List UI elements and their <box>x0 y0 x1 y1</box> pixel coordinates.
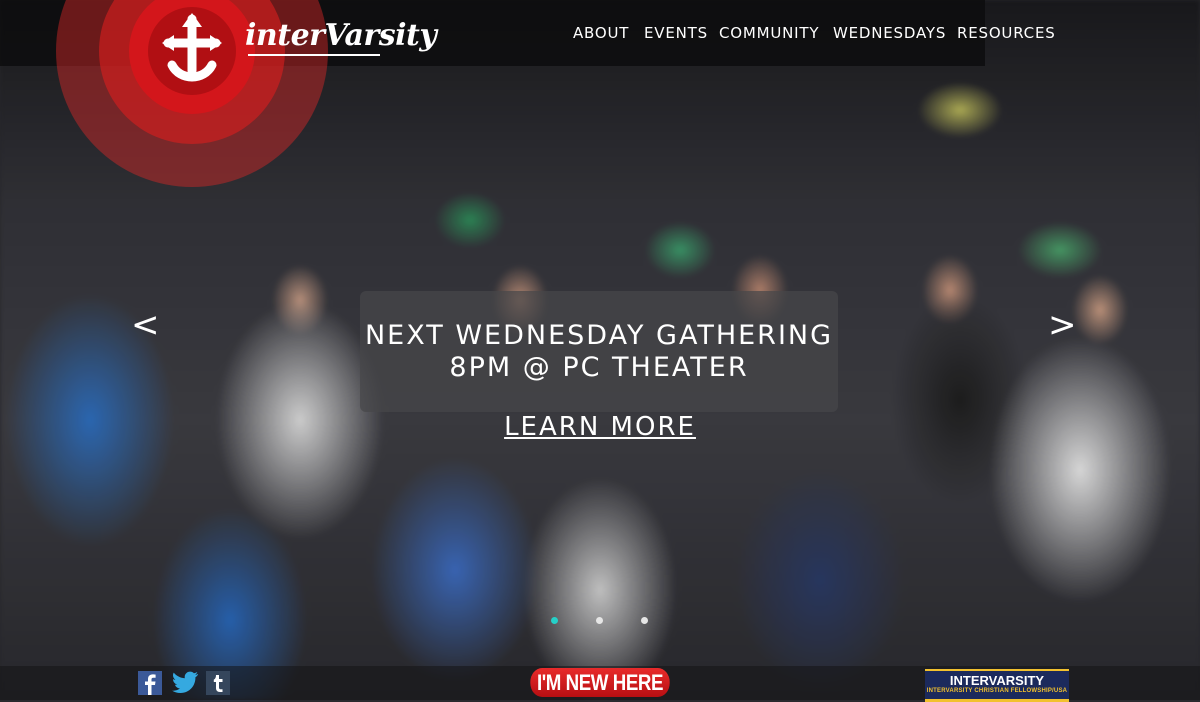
im-new-here-button[interactable]: I'M NEW HERE <box>530 668 670 697</box>
twitter-bird-glyph <box>172 671 198 693</box>
brand-wordmark: interVarsity <box>245 18 437 53</box>
slide-headline: NEXT WEDNESDAY GATHERING <box>364 320 834 351</box>
badge-subtitle: INTERVARSITY CHRISTIAN FELLOWSHIP/USA <box>926 688 1068 694</box>
wordmark-underline <box>248 54 380 56</box>
nav-item-events[interactable]: EVENTS <box>644 24 708 42</box>
tumblr-glyph <box>213 675 223 692</box>
nav-item-community[interactable]: COMMUNITY <box>719 24 819 42</box>
facebook-glyph <box>145 674 156 695</box>
nav-item-about[interactable]: ABOUT <box>573 24 629 42</box>
nav-item-resources[interactable]: RESOURCES <box>957 24 1056 42</box>
slide-caption-box: NEXT WEDNESDAY GATHERING 8PM @ PC THEATE… <box>360 291 838 412</box>
slider-dot-3[interactable] <box>641 617 648 624</box>
intervarsity-usa-badge[interactable]: INTERVARSITY INTERVARSITY CHRISTIAN FELL… <box>925 669 1069 702</box>
slider-prev-button[interactable]: < <box>131 305 160 345</box>
slider-dot-1[interactable] <box>551 617 558 624</box>
slider-dot-2[interactable] <box>596 617 603 624</box>
slide-subheadline: 8PM @ PC THEATER <box>449 352 749 383</box>
tumblr-icon[interactable] <box>206 671 230 695</box>
learn-more-link[interactable]: LEARN MORE <box>360 412 840 442</box>
nav-item-wednesdays[interactable]: WEDNESDAYS <box>833 24 946 42</box>
facebook-icon[interactable] <box>138 671 162 695</box>
badge-title: INTERVARSITY <box>949 673 1045 688</box>
slider-next-button[interactable]: > <box>1048 305 1077 345</box>
intervarsity-cross-icon <box>162 13 222 82</box>
twitter-icon[interactable] <box>171 671 198 695</box>
